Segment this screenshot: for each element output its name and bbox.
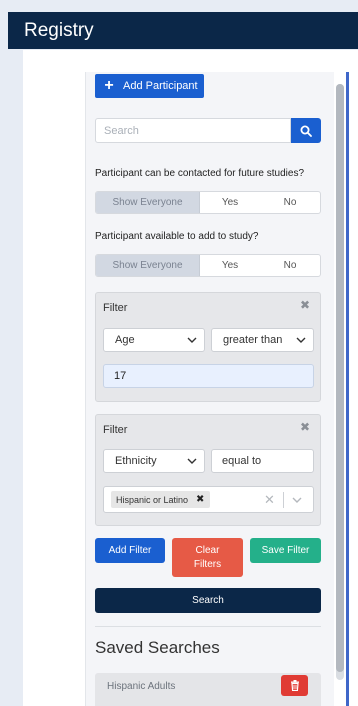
add-participant-button[interactable]: + Add Participant <box>95 74 204 98</box>
chevron-down-icon <box>296 337 306 343</box>
scrollbar-thumb[interactable] <box>336 84 344 672</box>
section-divider <box>95 626 321 627</box>
close-icon[interactable]: ✖ <box>300 298 310 312</box>
chip-label: Hispanic or Latino <box>116 494 189 505</box>
search-bar <box>95 118 321 143</box>
contact-option-no[interactable]: No <box>260 192 320 213</box>
contact-question-label: Participant can be contacted for future … <box>95 168 305 179</box>
contact-segmented-control: Show Everyone Yes No <box>95 191 321 214</box>
chevron-down-icon[interactable] <box>291 494 303 506</box>
available-question-label: Participant available to add to study? <box>95 231 259 242</box>
search-submit-button[interactable] <box>291 118 321 143</box>
contact-option-show-everyone[interactable]: Show Everyone <box>96 192 200 213</box>
clear-icon[interactable]: ✕ <box>264 492 275 508</box>
chevron-down-icon <box>187 458 197 464</box>
filter-operator-value: greater than <box>223 334 283 346</box>
available-option-no[interactable]: No <box>260 255 320 276</box>
plus-icon: + <box>104 77 114 94</box>
filter-multi-select[interactable]: Hispanic or Latino ✖ ✕ <box>103 486 314 513</box>
clear-filters-label: Clear Filters <box>193 544 222 570</box>
filter-card-age: Filter ✖ Age greater than 17 <box>95 292 321 402</box>
chevron-down-icon <box>187 337 197 343</box>
app-header: Registry <box>8 12 358 49</box>
filter-operator-select[interactable]: greater than <box>211 328 314 352</box>
saved-search-name[interactable]: Hispanic Adults <box>107 681 175 692</box>
filter-operator-value: equal to <box>222 455 262 467</box>
filter-operator-field[interactable]: equal to <box>211 449 314 473</box>
select-divider <box>283 492 284 508</box>
add-participant-label: Add Participant <box>123 80 198 92</box>
selected-value-chip: Hispanic or Latino ✖ <box>111 491 211 508</box>
available-option-show-everyone[interactable]: Show Everyone <box>96 255 200 276</box>
contact-option-yes[interactable]: Yes <box>200 192 260 213</box>
add-filter-button[interactable]: Add Filter <box>95 538 165 563</box>
search-input[interactable] <box>95 118 291 143</box>
filter-field-select[interactable]: Ethnicity <box>103 449 205 473</box>
search-icon <box>300 125 312 137</box>
filter-field-select[interactable]: Age <box>103 328 205 352</box>
trash-icon <box>290 680 299 691</box>
filter-value-text: 17 <box>114 370 127 382</box>
filter-value-input[interactable]: 17 <box>103 364 314 388</box>
available-option-yes[interactable]: Yes <box>200 255 260 276</box>
filter-card-ethnicity: Filter ✖ Ethnicity equal to Hispanic or … <box>95 414 321 526</box>
clear-filters-button[interactable]: Clear Filters <box>172 538 243 577</box>
close-icon[interactable]: ✖ <box>300 420 310 434</box>
filter-field-value: Age <box>115 334 135 346</box>
search-button[interactable]: Search <box>95 588 321 613</box>
saved-search-item[interactable]: Hispanic Adults <box>95 673 321 706</box>
app-title: Registry <box>24 20 94 41</box>
save-filter-button[interactable]: Save Filter <box>250 538 321 563</box>
saved-searches-heading: Saved Searches <box>95 638 220 657</box>
delete-button[interactable] <box>281 675 308 696</box>
filter-title: Filter <box>103 302 128 314</box>
filter-field-value: Ethnicity <box>115 455 157 467</box>
remove-icon[interactable]: ✖ <box>196 494 204 505</box>
filter-title: Filter <box>103 424 128 436</box>
panel-edge-accent <box>346 72 349 706</box>
available-segmented-control: Show Everyone Yes No <box>95 254 321 277</box>
